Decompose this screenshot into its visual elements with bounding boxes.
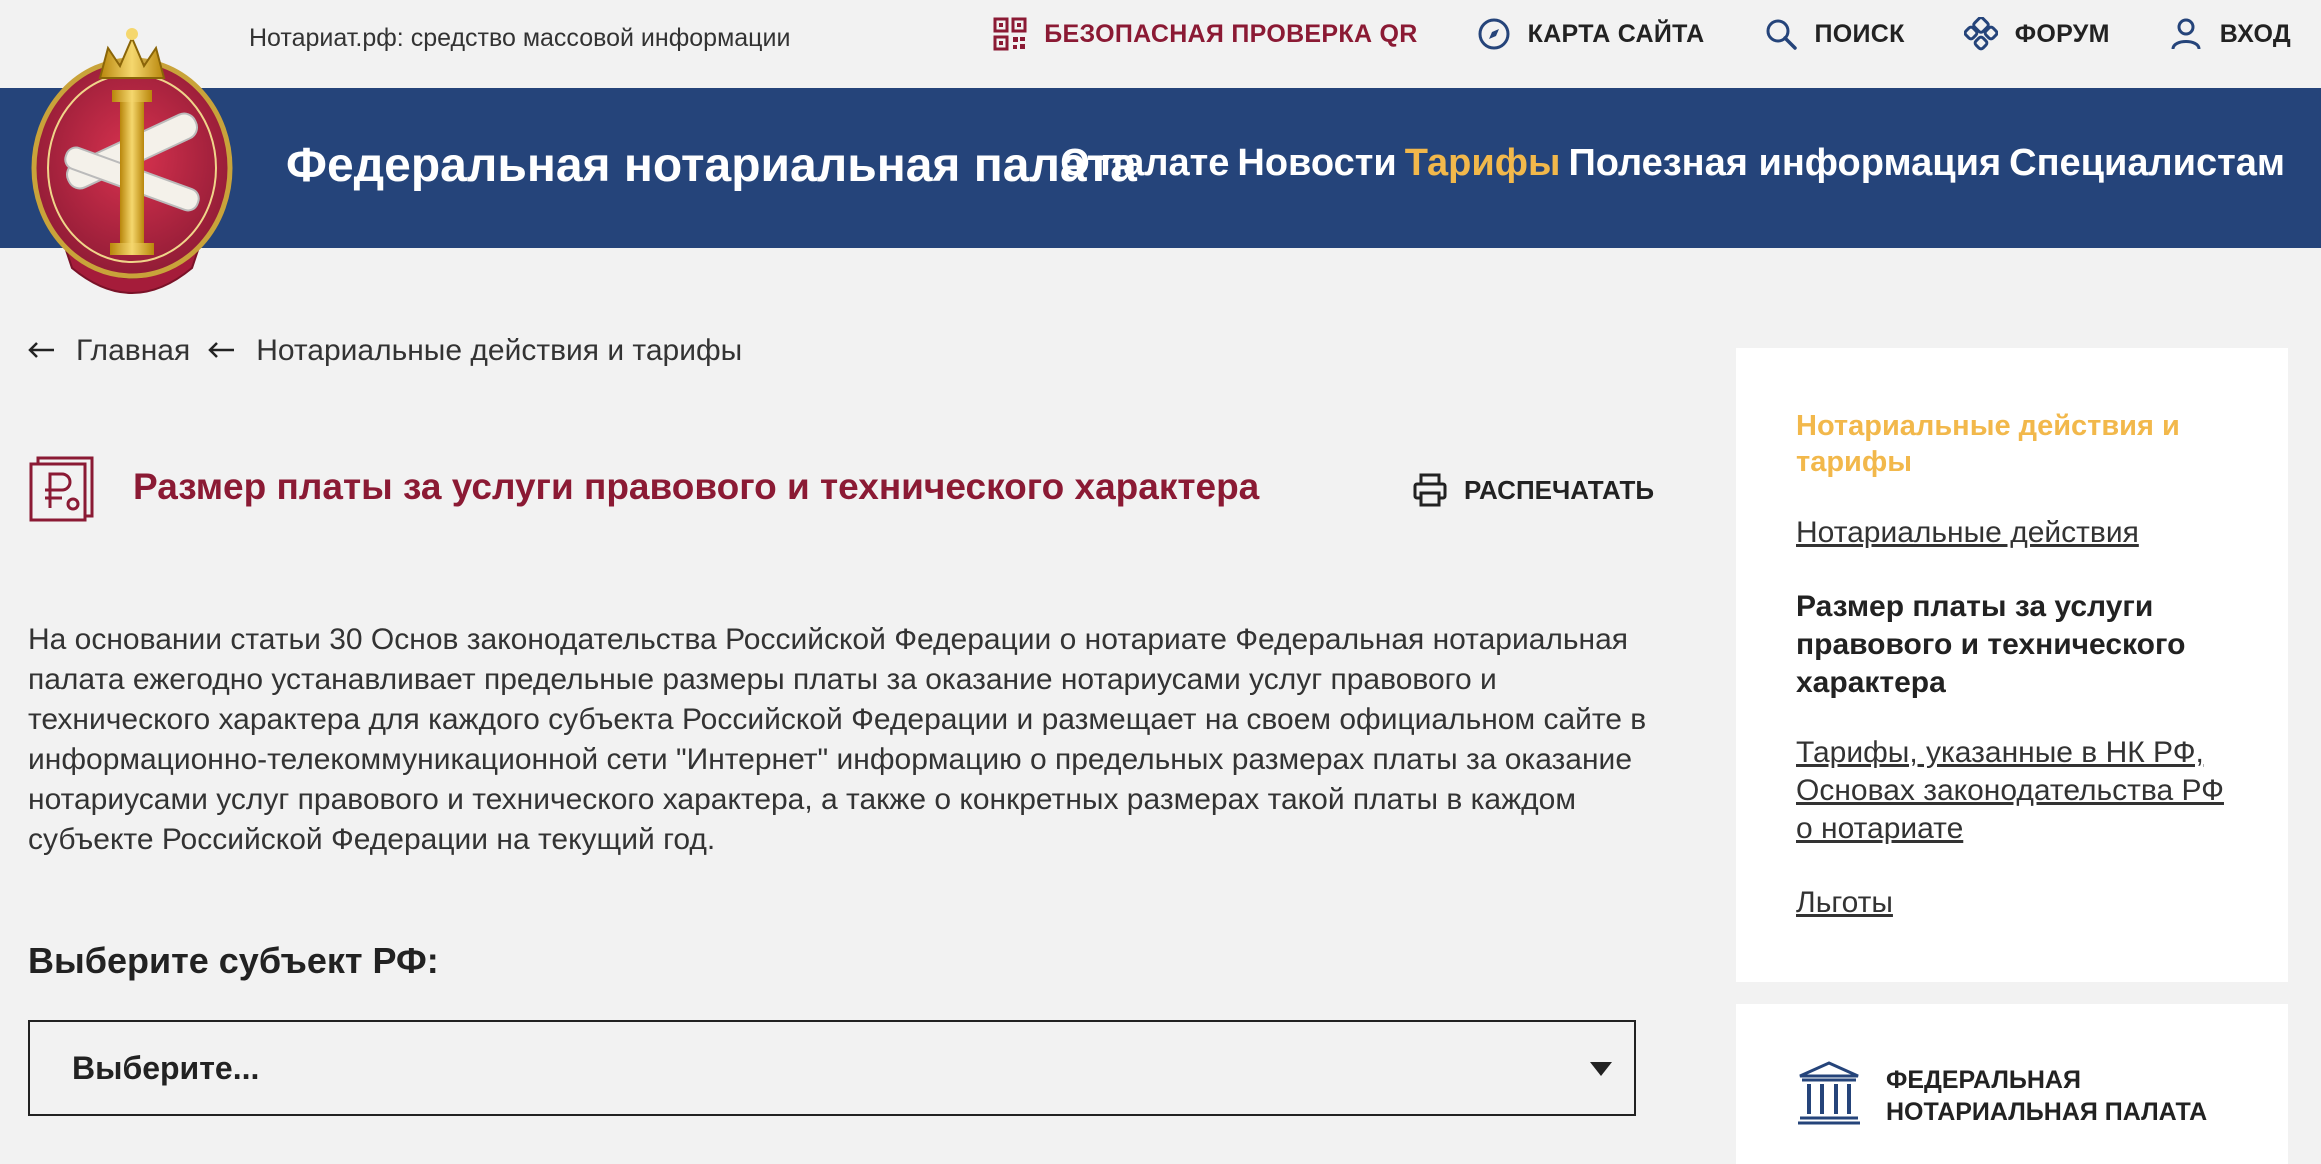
sitemap-link[interactable]: КАРТА САЙТА [1476, 16, 1705, 52]
nav-specialists[interactable]: Специалистам [2009, 142, 2285, 185]
chamber-card-title: ФЕДЕРАЛЬНАЯ НОТАРИАЛЬНАЯ ПАЛАТА [1886, 1066, 2208, 1126]
breadcrumb-notarial-actions-label: Нотариальные действия и тарифы [256, 334, 743, 367]
nav-news[interactable]: Новости [1237, 142, 1396, 185]
breadcrumb-home-label: Главная [76, 334, 191, 367]
sidebar-item-tax-code-tariffs[interactable]: Тарифы, указанные в НК РФ, Основах закон… [1796, 734, 2236, 848]
forum-link[interactable]: ФОРУМ [1963, 16, 2110, 52]
nav-useful-info[interactable]: Полезная информация [1568, 142, 2001, 185]
breadcrumb-notarial-actions[interactable]: Нотариальные действия и тарифы [208, 334, 742, 368]
login-link[interactable]: ВХОД [2168, 16, 2291, 52]
main-nav: О палате Новости Тарифы Полезная информа… [1052, 142, 2285, 185]
compass-icon [1476, 16, 1512, 52]
forum-label: ФОРУМ [2014, 19, 2110, 48]
nav-about[interactable]: О палате [1060, 142, 1229, 185]
print-button[interactable]: РАСПЕЧАТАТЬ [1412, 472, 1654, 508]
top-links: БЕЗОПАСНАЯ ПРОВЕРКА QR КАРТА САЙТА ПОИСК [992, 16, 2291, 52]
region-select-label: Выберите субъект РФ: [28, 940, 439, 981]
region-select[interactable]: Выберите... [28, 1020, 1636, 1116]
ruble-document-icon [28, 456, 94, 522]
chamber-emblem-logo[interactable] [22, 18, 242, 310]
sidebar-item-notarial-actions[interactable]: Нотариальные действия [1796, 514, 2236, 552]
printer-icon [1412, 472, 1448, 508]
user-icon [2168, 16, 2204, 52]
qr-code-icon [992, 16, 1028, 52]
login-label: ВХОД [2219, 19, 2291, 48]
sitemap-label: КАРТА САЙТА [1527, 19, 1705, 48]
forum-icon [1963, 16, 1999, 52]
intro-paragraph: На основании статьи 30 Основ законодател… [28, 623, 1647, 856]
breadcrumb: Главная Нотариальные действия и тарифы [28, 334, 760, 368]
main-header: Федеральная нотариальная палата О палате… [0, 88, 2321, 248]
sidebar-item-benefits[interactable]: Льготы [1796, 884, 2236, 922]
site-title[interactable]: Федеральная нотариальная палата [286, 138, 1137, 193]
qr-check-label: БЕЗОПАСНАЯ ПРОВЕРКА QR [1044, 19, 1418, 48]
chamber-card[interactable]: ФЕДЕРАЛЬНАЯ НОТАРИАЛЬНАЯ ПАЛАТА [1736, 1004, 2288, 1164]
nav-tariffs[interactable]: Тарифы [1405, 142, 1561, 185]
media-note: Нотариат.рф: средство массовой информаци… [249, 24, 791, 52]
page-title: Размер платы за услуги правового и техни… [133, 466, 1260, 507]
search-link[interactable]: ПОИСК [1763, 16, 1905, 52]
building-icon [1796, 1060, 1862, 1126]
sidebar-menu: Нотариальные действия и тарифы Нотариаль… [1736, 348, 2288, 982]
breadcrumb-home[interactable]: Главная [28, 334, 190, 368]
arrow-left-icon [28, 334, 58, 368]
region-select-value: Выберите... [72, 1050, 260, 1086]
print-label: РАСПЕЧАТАТЬ [1464, 474, 1655, 505]
sidebar-heading[interactable]: Нотариальные действия и тарифы [1796, 408, 2226, 480]
search-icon [1763, 16, 1799, 52]
sidebar-item-fee-size[interactable]: Размер платы за услуги правового и техни… [1796, 588, 2236, 702]
arrow-left-icon [208, 334, 238, 368]
top-utility-bar: Нотариат.рф: средство массовой информаци… [0, 0, 2321, 88]
chevron-down-icon [1590, 1062, 1612, 1076]
qr-check-link[interactable]: БЕЗОПАСНАЯ ПРОВЕРКА QR [992, 16, 1417, 52]
search-label: ПОИСК [1814, 19, 1905, 48]
